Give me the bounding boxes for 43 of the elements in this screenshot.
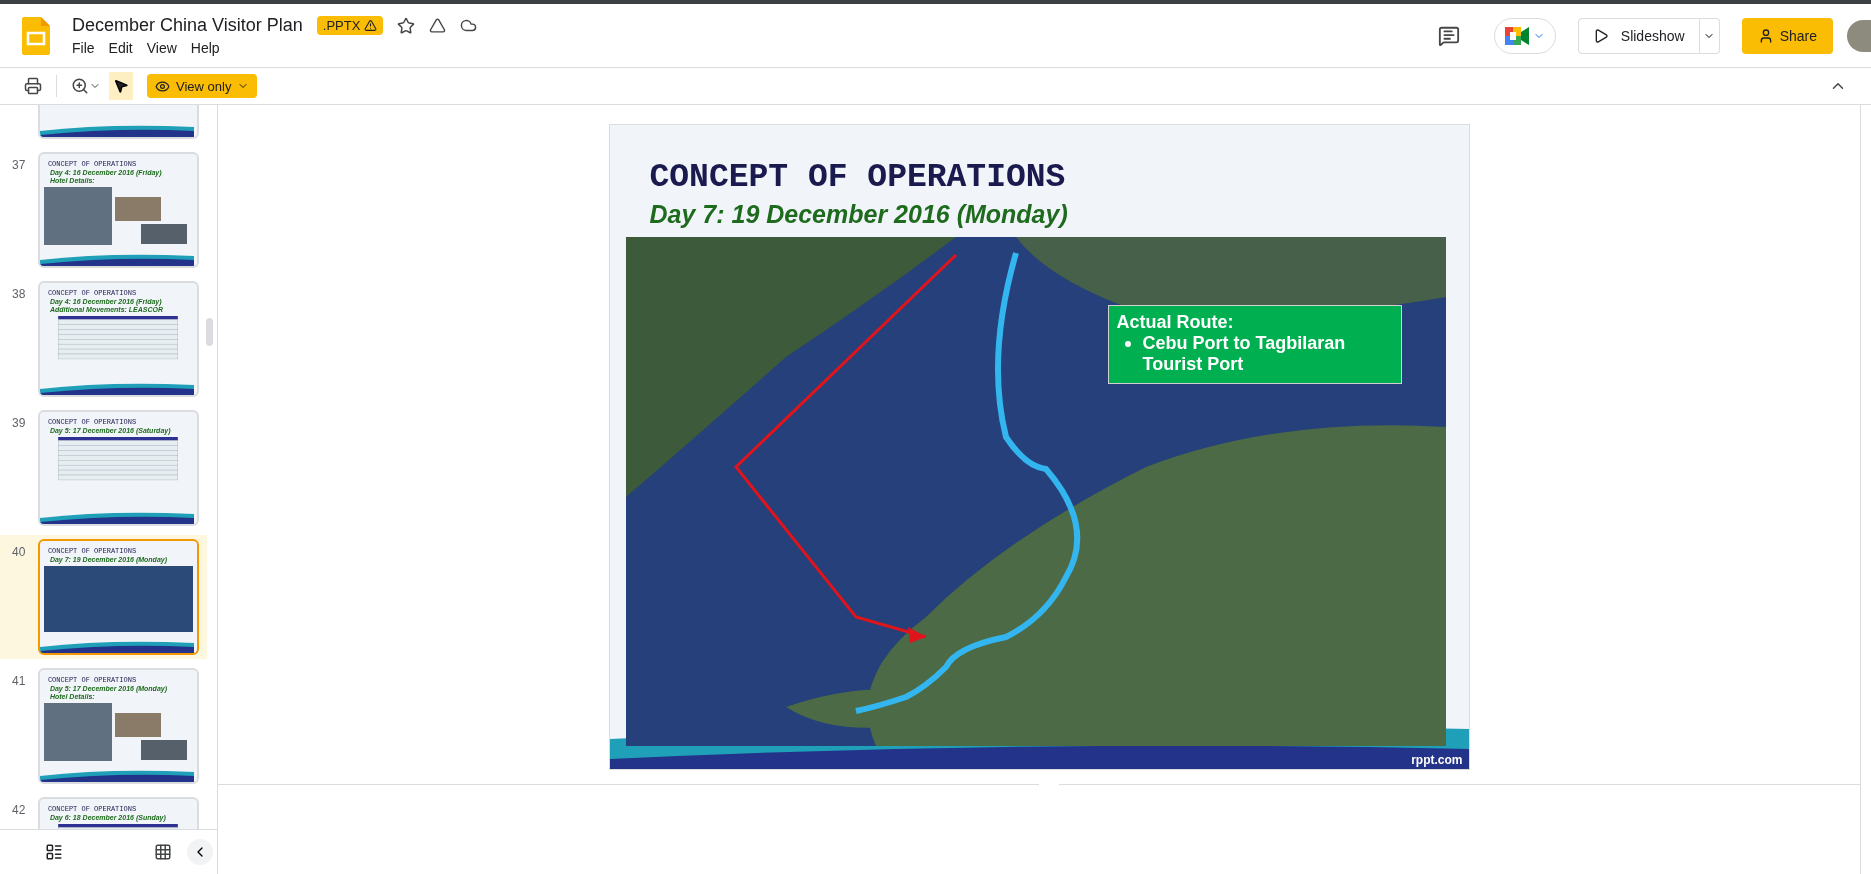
slideshow-button[interactable]: Slideshow bbox=[1577, 17, 1700, 54]
zoom-icon bbox=[71, 77, 89, 95]
star-icon[interactable] bbox=[397, 16, 416, 35]
video-call-button[interactable] bbox=[1493, 17, 1556, 54]
share-button[interactable]: Share bbox=[1741, 17, 1833, 54]
slide-number: 37 bbox=[12, 157, 27, 174]
photo-placeholder bbox=[114, 713, 161, 737]
photo-placeholder bbox=[43, 703, 112, 761]
slide-subtitle: Day 7: 19 December 2016 (Monday) bbox=[649, 200, 1068, 229]
photo-placeholder bbox=[140, 740, 187, 760]
eye-icon bbox=[155, 78, 170, 94]
cloud-icon[interactable] bbox=[460, 17, 478, 34]
cursor-icon bbox=[113, 78, 129, 94]
slide-number: 38 bbox=[12, 286, 27, 303]
photo-placeholder bbox=[114, 197, 161, 221]
document-title[interactable]: December China Visitor Plan bbox=[72, 15, 303, 36]
list-icon bbox=[45, 843, 64, 861]
menu-item[interactable]: Help bbox=[190, 40, 220, 56]
file-format-badge[interactable]: .PPTX bbox=[316, 16, 384, 35]
scrollbar[interactable] bbox=[206, 318, 213, 346]
slide-number: 41 bbox=[12, 673, 27, 690]
menu-item[interactable]: Edit bbox=[108, 40, 133, 56]
warning-icon bbox=[364, 19, 378, 32]
callout-heading: Actual Route: bbox=[1116, 312, 1235, 333]
comments-icon[interactable] bbox=[1437, 24, 1460, 47]
camera-icon bbox=[1504, 26, 1529, 45]
callout-text: Cebu Port to Tagbilaran Tourist Port bbox=[1142, 333, 1347, 375]
footer-text: rppt.com bbox=[1411, 753, 1463, 767]
avatar[interactable] bbox=[1847, 19, 1871, 52]
photo-placeholder bbox=[43, 187, 112, 245]
collapse-panel-button[interactable] bbox=[187, 839, 213, 865]
print-icon bbox=[24, 77, 42, 95]
view-mode-button[interactable]: View only bbox=[147, 74, 258, 98]
slide-number: 39 bbox=[12, 415, 27, 432]
grid-icon bbox=[153, 843, 172, 861]
slide-title: CONCEPT OF OPERATIONS bbox=[649, 159, 1066, 196]
bullet-icon bbox=[1124, 341, 1131, 347]
slide-number: 40 bbox=[12, 544, 27, 561]
select-tool-button[interactable] bbox=[109, 72, 133, 100]
menu-item[interactable]: View bbox=[146, 40, 177, 56]
slide-number: 42 bbox=[12, 802, 27, 819]
menu-item[interactable]: File bbox=[72, 40, 95, 56]
photo-placeholder bbox=[140, 224, 187, 244]
